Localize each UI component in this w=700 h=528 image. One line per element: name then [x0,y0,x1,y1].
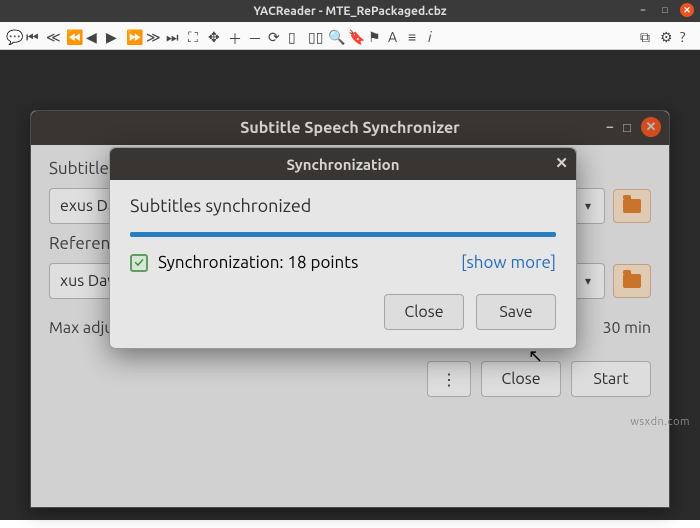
sss-close-icon[interactable]: ✕ [641,117,661,137]
start-button[interactable]: Start [571,361,651,397]
minimize-icon[interactable]: – [636,3,650,17]
watermark: wsxdn.com [630,416,690,428]
sss-maximize-icon[interactable]: □ [623,120,631,135]
prev-page-icon[interactable]: ⏪ [66,29,80,43]
app-title: YACReader - MTE_RePackaged.cbz [253,5,446,18]
sss-window: Subtitle Speech Synchronizer – □ ✕ Subti… [30,110,670,508]
success-check-icon: ✓ [130,254,148,272]
sss-close-button[interactable]: Close [481,361,561,397]
double-page-icon[interactable]: ▯▯ [308,29,322,43]
flag-icon[interactable]: ⚑ [368,29,382,43]
app-titlebar: YACReader - MTE_RePackaged.cbz – □ ✕ [0,0,700,22]
dialog-close-button[interactable]: Close [384,294,464,330]
subtitles-browse-button[interactable] [613,189,651,223]
play-back-icon[interactable]: ◀ [86,29,100,43]
sync-title: Synchronization [287,156,400,173]
more-button[interactable]: ⋮ [427,361,471,397]
zoom-out-icon[interactable]: － [248,29,262,43]
reader-stage: Subtitle Speech Synchronizer – □ ✕ Subti… [0,50,700,520]
move-icon[interactable]: ✥ [208,29,222,43]
open-icon[interactable]: ⧉ [640,29,654,43]
window-controls: – □ ✕ [636,3,694,17]
sync-dialog: Synchronization ✕ Subtitles synchronized… [109,147,577,349]
comment-icon[interactable]: 💬 [6,29,20,43]
text-icon[interactable]: A [388,29,402,43]
gear-icon[interactable]: ⚙ [660,29,674,43]
fit-icon[interactable]: ⛶ [188,29,202,43]
references-browse-button[interactable] [613,264,651,298]
sync-titlebar: Synchronization ✕ [110,148,576,180]
folder-icon [623,274,641,288]
next-set-icon[interactable]: ≫ [146,29,160,43]
sss-title: Subtitle Speech Synchronizer [240,119,459,137]
search-icon[interactable]: 🔍 [328,29,342,43]
first-page-icon[interactable]: ⏮ [26,29,40,43]
sss-titlebar: Subtitle Speech Synchronizer – □ ✕ [31,111,669,145]
next-page-icon[interactable]: ⏩ [126,29,140,43]
play-fwd-icon[interactable]: ▶ [106,29,120,43]
folder-icon [623,199,641,213]
zoom-in-icon[interactable]: ＋ [228,29,242,43]
list-icon[interactable]: ≡ [408,29,422,43]
close-icon[interactable]: ✕ [680,3,694,17]
reload-icon[interactable]: ⟳ [268,29,282,43]
sync-message: Subtitles synchronized [130,196,556,216]
show-more-link[interactable]: [show more] [461,253,556,272]
single-page-icon[interactable]: ▯ [288,29,302,43]
sync-close-icon[interactable]: ✕ [555,154,568,172]
prev-set-icon[interactable]: ≪ [46,29,60,43]
info-icon[interactable]: i [428,29,442,43]
progress-bar [130,232,556,237]
sss-minimize-icon[interactable]: – [607,120,614,134]
help-icon[interactable]: ? [680,29,694,43]
app-toolbar: 💬 ⏮ ≪ ⏪ ◀ ▶ ⏩ ≫ ⏭ ⛶ ✥ ＋ － ⟳ ▯ ▯▯ 🔍 🔖 ⚑ A… [0,22,700,50]
bookmark-icon[interactable]: 🔖 [348,29,362,43]
maximize-icon[interactable]: □ [658,3,672,17]
max-adjust-value: 30 min [602,319,651,337]
save-button[interactable]: Save [476,294,556,330]
sync-result: Synchronization: 18 points [158,253,358,272]
last-page-icon[interactable]: ⏭ [166,29,180,43]
